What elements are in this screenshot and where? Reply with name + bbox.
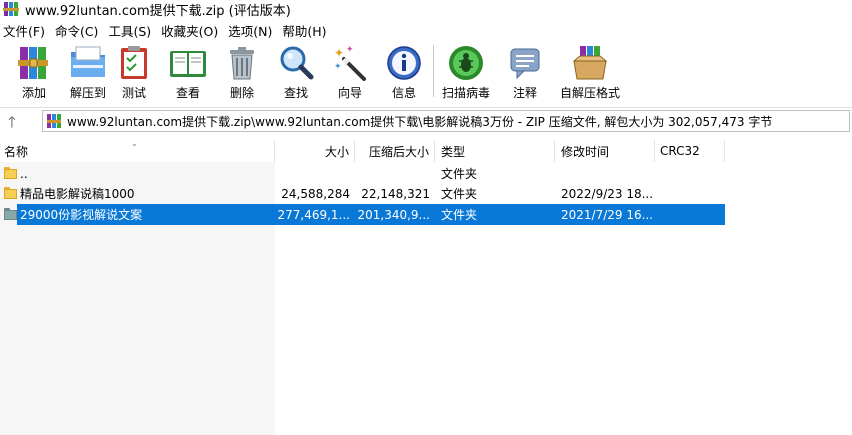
row-crc — [660, 204, 722, 225]
delete-trash-icon — [222, 43, 262, 83]
row-packed: 22,148,321 — [361, 186, 430, 201]
table-row[interactable]: .. 文件夹 — [0, 163, 852, 184]
menu-help[interactable]: 帮助(H) — [279, 21, 333, 40]
toolbar: 添加 解压到 测试 查看 删除 查找 ✦ ✦ ✦ 向导 信息 扫描病毒 注释 自… — [0, 41, 852, 103]
menu-commands[interactable]: 命令(C) — [52, 21, 105, 40]
archive-icon — [47, 114, 61, 128]
window-title: www.92luntan.com提供下载.zip (评估版本) — [25, 3, 291, 19]
info-icon — [384, 43, 424, 83]
column-header-type[interactable]: 类型 — [435, 140, 555, 162]
virus-scan-button[interactable]: 扫描病毒 — [440, 41, 492, 101]
column-header-crc[interactable]: CRC32 — [655, 140, 725, 162]
column-type-label: 类型 — [441, 144, 466, 159]
folder-icon — [4, 208, 17, 220]
row-type: 文件夹 — [441, 187, 478, 201]
list-header: 名称 ⌄ 大小 压缩后大小 类型 修改时间 CRC32 — [0, 139, 852, 162]
row-size: 277,469,1... — [277, 207, 350, 222]
folder-icon — [4, 167, 17, 179]
address-bar: 🡑 www.92luntan.com提供下载.zip\www.92luntan.… — [0, 107, 852, 133]
comment-label: 注释 — [512, 86, 537, 100]
sfx-label: 自解压格式 — [559, 86, 620, 100]
row-modified: 2021/7/29 16... — [561, 207, 653, 222]
address-path-text: www.92luntan.com提供下载.zip\www.92luntan.co… — [67, 114, 773, 129]
row-modified: 2022/9/23 18... — [561, 186, 653, 201]
column-header-size[interactable]: 大小 — [275, 140, 355, 162]
virus-scan-label: 扫描病毒 — [441, 86, 490, 100]
extract-to-button[interactable]: 解压到 — [65, 41, 111, 101]
view-button[interactable]: 查看 — [165, 41, 211, 101]
row-name: 精品电影解说稿1000 — [20, 187, 135, 201]
view-label: 查看 — [175, 86, 200, 100]
column-header-name[interactable]: 名称 ⌄ — [0, 139, 275, 162]
column-size-label: 大小 — [324, 144, 349, 159]
sfx-button[interactable]: 自解压格式 — [558, 41, 622, 101]
test-button[interactable]: 测试 — [111, 41, 157, 101]
info-label: 信息 — [391, 86, 416, 100]
title-bar: www.92luntan.com提供下载.zip (评估版本) — [0, 0, 852, 19]
row-type: 文件夹 — [441, 208, 478, 222]
row-modified — [561, 163, 653, 184]
svg-text:✦: ✦ — [346, 45, 354, 55]
test-label: 测试 — [121, 86, 146, 100]
wizard-button[interactable]: ✦ ✦ ✦ 向导 — [327, 41, 373, 101]
up-arrow-icon[interactable]: 🡑 — [8, 112, 28, 131]
row-crc — [660, 183, 722, 204]
row-name: 29000份影视解说文案 — [20, 208, 143, 222]
info-button[interactable]: 信息 — [381, 41, 427, 101]
folder-icon — [4, 187, 17, 199]
menu-tools[interactable]: 工具(S) — [105, 21, 158, 40]
column-modified-label: 修改时间 — [561, 144, 610, 159]
winrar-books-icon — [3, 2, 19, 16]
add-label: 添加 — [21, 86, 46, 100]
row-size — [275, 163, 350, 184]
extract-to-label: 解压到 — [69, 86, 106, 100]
add-archive-icon — [14, 43, 54, 83]
row-packed — [355, 163, 430, 184]
column-name-label: 名称 — [4, 144, 29, 159]
menu-favorites[interactable]: 收藏夹(O) — [158, 21, 225, 40]
column-packed-label: 压缩后大小 — [368, 144, 429, 159]
menu-file[interactable]: 文件(F) — [0, 21, 52, 40]
toolbar-separator — [433, 45, 434, 97]
table-row[interactable]: 精品电影解说稿1000 24,588,284 22,148,321 文件夹 20… — [0, 183, 852, 204]
wizard-wand-icon: ✦ ✦ ✦ — [330, 43, 370, 83]
column-header-modified[interactable]: 修改时间 — [555, 140, 655, 162]
column-header-packed[interactable]: 压缩后大小 — [355, 140, 435, 162]
delete-button[interactable]: 删除 — [219, 41, 265, 101]
virus-scan-icon — [446, 43, 486, 83]
comment-icon — [505, 43, 545, 83]
row-type: 文件夹 — [441, 167, 478, 181]
menu-bar: 文件(F) 命令(C) 工具(S) 收藏夹(O) 选项(N) 帮助(H) — [0, 20, 852, 40]
comment-button[interactable]: 注释 — [502, 41, 548, 101]
add-button[interactable]: 添加 — [11, 41, 57, 101]
svg-text:✦: ✦ — [334, 46, 344, 60]
file-list: 名称 ⌄ 大小 压缩后大小 类型 修改时间 CRC32 .. 文件夹 精品电影解… — [0, 139, 852, 435]
svg-text:✦: ✦ — [334, 62, 342, 72]
delete-label: 删除 — [229, 86, 254, 100]
row-packed: 201,340,9... — [357, 207, 430, 222]
extract-to-icon — [68, 43, 108, 83]
find-magnifier-icon — [276, 43, 316, 83]
table-row-selected[interactable]: 29000份影视解说文案 277,469,1... 201,340,9... 文… — [0, 204, 852, 225]
row-name: .. — [20, 166, 28, 181]
address-path-box[interactable]: www.92luntan.com提供下载.zip\www.92luntan.co… — [42, 110, 850, 132]
row-crc — [660, 163, 722, 184]
test-clipboard-icon — [114, 43, 154, 83]
find-button[interactable]: 查找 — [273, 41, 319, 101]
sort-desc-icon: ⌄ — [131, 139, 138, 148]
sfx-box-icon — [570, 43, 610, 83]
row-size: 24,588,284 — [281, 186, 350, 201]
view-book-icon — [168, 43, 208, 83]
find-label: 查找 — [283, 86, 308, 100]
wizard-label: 向导 — [337, 86, 362, 100]
column-crc-label: CRC32 — [660, 144, 700, 158]
menu-options[interactable]: 选项(N) — [225, 21, 279, 40]
